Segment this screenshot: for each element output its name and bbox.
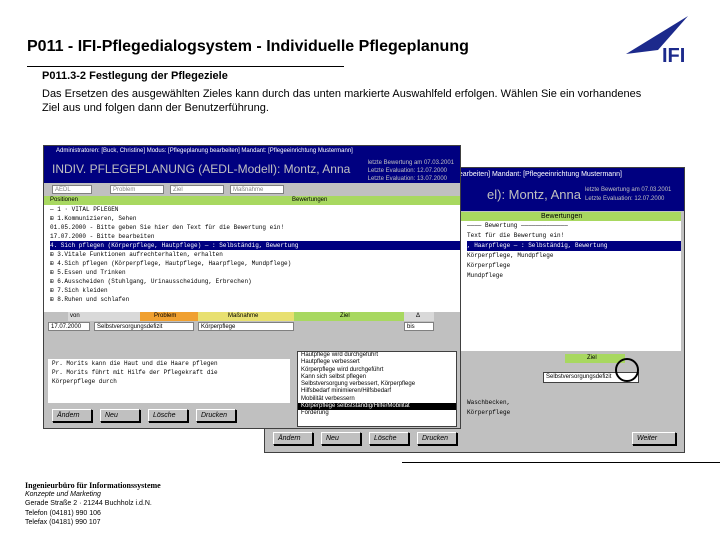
aendern-button[interactable]: Ändern (273, 432, 313, 445)
weiter-button[interactable]: Weiter (632, 432, 676, 445)
care-planning-window: Administratoren: [Buck, Christine] Modus… (43, 145, 461, 429)
aendern-button[interactable]: Ändern (52, 409, 92, 422)
phase-headers: von Problem Maßnahme Ziel Δ (44, 312, 460, 321)
list-item: Text für die Bewertung ein! (467, 232, 565, 239)
tree-item[interactable]: — 1 · VITAL PFLEGEN (50, 205, 460, 214)
dropdown-option[interactable]: Hautpflege wird durchgeführt (298, 352, 456, 359)
tree-item[interactable]: ⊞ 8.Ruhen und schlafen (50, 295, 460, 304)
list-item-selected[interactable]: , Haarpflege — : Selbständig, Bewertung (467, 241, 681, 251)
problem-select[interactable]: Selbstversorgungsdefizit (94, 322, 194, 331)
ifi-logo: IFI (626, 16, 688, 67)
footer-divider (402, 462, 720, 463)
ziel-field[interactable]: Ziel (170, 185, 224, 194)
footer-phone: Telefon (04181) 990 106 (25, 509, 101, 517)
side-text: Waschbecken, Körperpflege (461, 398, 681, 418)
side-line: Waschbecken, (467, 399, 511, 406)
label-bis: bis (404, 322, 434, 331)
aedl-field[interactable]: AEDL (52, 185, 92, 194)
tree-item[interactable]: ⊞ 7.Sich kleiden (50, 286, 460, 295)
button-bar: Ändern Neu Lösche Drucken Weiter (265, 426, 684, 450)
tree-item[interactable]: 17.07.2000 - Bitte bearbeiten (50, 232, 460, 241)
tree-item[interactable]: ⊞ 3.Vitale Funktionen aufrechterhalten, … (50, 250, 460, 259)
massnahme-select[interactable]: Körperpflege (198, 322, 294, 331)
section-body: Das Ersetzen des ausgewählten Zieles kan… (42, 88, 642, 114)
window-header-title: INDIV. PFLEGEPLANUNG (AEDL-Modell): Mont… (52, 162, 351, 176)
footer-tagline: Konzepte und Marketing (25, 491, 101, 499)
massnahme-field[interactable]: Maßnahme (230, 185, 284, 194)
description-text[interactable]: Pr. Morits kann die Haut und die Haare p… (48, 359, 290, 403)
phase-header-massnahme: Maßnahme (198, 312, 294, 321)
list-item: Mundpflege (467, 272, 504, 279)
description-line: Pr. Morits kann die Haut und die Haare p… (52, 360, 218, 367)
tree-item-selected[interactable]: 4. Sich pflegen (Körperpflege, Hautpfleg… (50, 241, 460, 250)
phase-header-ziel: Ziel (294, 312, 404, 321)
description-line: Körperpflege durch (52, 378, 117, 385)
dropdown-option[interactable]: Körperpflege wird durchgeführt (298, 367, 456, 374)
footer-company: Ingenieurbüro für Informationssysteme (25, 481, 161, 490)
window-titlebar: Administratoren: [Buck, Christine] Modus… (44, 146, 460, 157)
neu-button[interactable]: Neu (100, 409, 140, 422)
column-header-bewertungen: Bewertungen (292, 197, 328, 203)
section-subtitle: P011.3-2 Festlegung der Pflegeziele (42, 70, 228, 82)
tree-item[interactable]: ⊞ 4.Sich pflegen (Körperpflege, Hautpfle… (50, 259, 460, 268)
side-line: Körperpflege (467, 409, 511, 416)
window-header: INDIV. PFLEGEPLANUNG (AEDL-Modell): Mont… (44, 157, 460, 183)
highlight-circle (615, 358, 639, 382)
dropdown-option[interactable]: Hilfsbedarf minimieren/Hilfsbedarf (298, 388, 456, 395)
tree-item[interactable]: 01.05.2000 - Bitte geben Sie hier den Te… (50, 223, 460, 232)
phase-header-problem: Problem (140, 312, 198, 321)
title-divider (27, 66, 344, 67)
column-headers: Positionen Bewertungen (44, 196, 460, 205)
evaluation-meta: letzte Bewertung am 07.03.2001 Letzte Ev… (368, 159, 454, 183)
aedl-tree[interactable]: — 1 · VITAL PFLEGEN ⊞ 1.Kommunizieren, S… (44, 205, 460, 312)
dropdown-option[interactable]: Hautpflege verbessert (298, 359, 456, 366)
label-von: von (68, 312, 140, 321)
list-item: Körperpflege (467, 262, 511, 269)
footer-address: Gerade Straße 2 · 21244 Buchholz i.d.N. (25, 500, 152, 508)
meta-line: Letzte Evaluation: 13.07.2000 (367, 176, 448, 182)
column-header-ziel: Ziel (565, 354, 625, 363)
button-bar: Ändern Neu Lösche Drucken (44, 405, 460, 427)
drucken-button[interactable]: Drucken (417, 432, 457, 445)
list-item: Körperpflege, Mundpflege (467, 252, 554, 259)
tree-item[interactable]: ⊞ 5.Essen und Trinken (50, 268, 460, 277)
dropdown-option[interactable]: Mobilität verbessern (298, 396, 456, 403)
slide-title: P011 - IFI-Pflegedialogsystem - Individu… (27, 38, 469, 55)
filter-fields: AEDL Problem Ziel Maßnahme (44, 183, 460, 196)
loesche-button[interactable]: Lösche (369, 432, 409, 445)
logo-text: IFI (662, 45, 685, 67)
evaluation-meta: letzte Bewertung am 07.03.2001 Letzte Ev… (585, 186, 671, 204)
description-line: Pr. Morits führt mit Hilfe der Pflegekra… (52, 369, 218, 376)
bewertung-list[interactable]: ———— Bewertung ————————————— Text für di… (461, 221, 681, 351)
dropdown-option[interactable]: Kann sich selbst pflegen (298, 374, 456, 381)
meta-line: Letzte Evaluation: 12.07.2000 (367, 168, 448, 174)
phase-header-delta: Δ (404, 312, 434, 321)
detail-row: 17.07.2000 Selbstversorgungsdefizit Körp… (44, 321, 460, 332)
column-header-positionen: Positionen (50, 197, 79, 203)
tree-item[interactable]: ⊞ 6.Ausscheiden (Stuhlgang, Urinausschei… (50, 277, 460, 286)
date-field[interactable]: 17.07.2000 (48, 322, 90, 331)
tree-item[interactable]: ⊞ 1.Kommunizieren, Sehen (50, 214, 460, 223)
dropdown-option[interactable]: Selbstversorgung verbessert, Körperpfleg… (298, 381, 456, 388)
meta-line: letzte Bewertung am 07.03.2001 (585, 187, 672, 193)
footer: Ingenieurbüro für Informationssysteme Ko… (25, 481, 161, 527)
drucken-button[interactable]: Drucken (196, 409, 236, 422)
meta-line: Letzte Evaluation: 12.07.2000 (585, 196, 665, 202)
footer-fax: Telefax (04181) 990 107 (25, 518, 101, 526)
problem-field[interactable]: Problem (110, 185, 164, 194)
meta-line: letzte Bewertung am 07.03.2001 (367, 160, 454, 166)
list-item: ———— Bewertung ————————————— (467, 222, 568, 229)
loesche-button[interactable]: Lösche (148, 409, 188, 422)
column-header-bewertungen: Bewertungen (461, 212, 681, 221)
neu-button[interactable]: Neu (321, 432, 361, 445)
